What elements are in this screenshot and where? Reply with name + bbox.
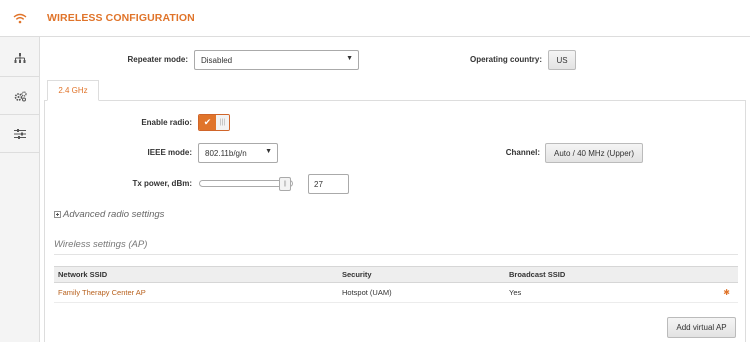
remove-icon[interactable]: ✱ — [723, 288, 730, 297]
check-icon: ✔ — [199, 115, 216, 130]
sliders-icon — [14, 129, 26, 139]
enable-radio-label: Enable radio: — [141, 118, 192, 127]
operating-country-button[interactable]: US — [548, 50, 576, 70]
tab-2-4-ghz[interactable]: 2.4 GHz — [47, 80, 99, 101]
column-header-security: Security — [342, 270, 372, 279]
ieee-mode-label: IEEE mode: — [147, 148, 192, 157]
repeater-mode-select[interactable]: Disabled ▼ — [194, 50, 359, 70]
ap-table: Network SSID Security Broadcast SSID Fam… — [54, 266, 738, 303]
plus-box-icon — [54, 211, 61, 218]
section-divider — [54, 254, 738, 255]
page-title: WIRELESS CONFIGURATION — [47, 12, 195, 24]
wireless-settings-ap-title: Wireless settings (AP) — [54, 239, 148, 250]
sidebar-item-network[interactable] — [0, 40, 40, 77]
ap-security: Hotspot (UAM) — [342, 288, 392, 297]
advanced-radio-settings-toggle[interactable]: Advanced radio settings — [54, 209, 164, 220]
channel-label: Channel: — [505, 148, 540, 157]
sidebar-item-system[interactable] — [0, 116, 40, 153]
sidebar — [0, 0, 41, 342]
tx-power-label: Tx power, dBm: — [132, 179, 192, 188]
column-header-broadcast-ssid: Broadcast SSID — [509, 270, 566, 279]
repeater-mode-value: Disabled — [201, 55, 233, 65]
chevron-down-icon: ▼ — [265, 148, 272, 155]
column-header-network-ssid: Network SSID — [58, 270, 108, 279]
toggle-knob: ||| — [216, 115, 229, 130]
add-virtual-ap-button[interactable]: Add virtual AP — [667, 317, 736, 338]
page-header: WIRELESS CONFIGURATION — [40, 0, 750, 37]
wifi-icon — [13, 13, 27, 23]
table-row[interactable]: Family Therapy Center AP Hotspot (UAM) Y… — [54, 283, 738, 303]
sidebar-item-wireless[interactable] — [0, 0, 41, 37]
tx-power-input[interactable]: 27 — [308, 174, 349, 194]
tab-panel — [44, 100, 746, 342]
ieee-mode-select[interactable]: 802.11b/g/n ▼ — [198, 143, 278, 163]
channel-button[interactable]: Auto / 40 MHz (Upper) — [545, 143, 643, 163]
sidebar-item-services[interactable] — [0, 78, 40, 115]
gears-icon — [14, 90, 27, 101]
ap-ssid-link[interactable]: Family Therapy Center AP — [58, 283, 146, 302]
enable-radio-toggle[interactable]: ✔ ||| — [198, 114, 230, 131]
network-tree-icon — [14, 52, 26, 63]
operating-country-label: Operating country: — [469, 55, 542, 64]
repeater-mode-label: Repeater mode: — [127, 55, 188, 64]
ieee-mode-value: 802.11b/g/n — [205, 148, 247, 158]
chevron-down-icon: ▼ — [346, 55, 353, 62]
table-header: Network SSID Security Broadcast SSID — [54, 266, 738, 283]
tabs-divider — [44, 100, 746, 101]
advanced-radio-settings-label: Advanced radio settings — [63, 209, 165, 220]
ap-broadcast: Yes — [509, 288, 522, 297]
tx-power-slider-handle[interactable]: || — [279, 177, 291, 191]
